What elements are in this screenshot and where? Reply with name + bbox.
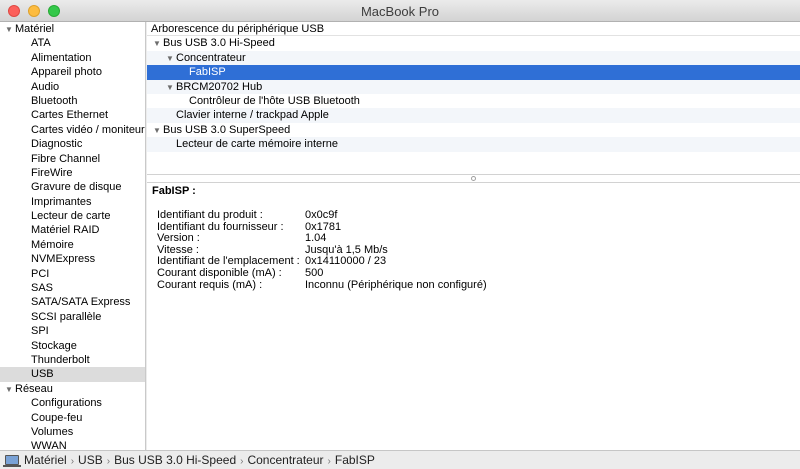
tree-row-label: FabISP [189,66,226,79]
sidebar-item-alimentation[interactable]: Alimentation [0,51,145,65]
sidebar-item-gravure-de-disque[interactable]: Gravure de disque [0,180,145,194]
chevron-right-icon: › [70,456,75,467]
sidebar-item-bluetooth[interactable]: Bluetooth [0,94,145,108]
usb-device-tree: Arborescence du périphérique USB ▼ Bus US… [147,22,800,174]
breadcrumb-item-usb[interactable]: USB [78,451,103,469]
disclosure-triangle-icon[interactable]: ▼ [166,52,176,66]
sidebar-item-spi[interactable]: SPI [0,324,145,338]
sidebar-item-audio[interactable]: Audio [0,80,145,94]
property-name: Identifiant du produit : [157,209,263,221]
property-name: Version : [157,232,200,245]
property-name: Courant disponible (mA) : [157,267,282,279]
disclosure-triangle-icon[interactable]: ▼ [166,81,176,95]
tree-row-lecteur-de-carte-memoire-interne[interactable]: Lecteur de carte mémoire interne [147,137,800,152]
sidebar-item-nvmexpress[interactable]: NVMExpress [0,252,145,266]
property-value: 1.04 [305,232,327,245]
property-value: 500 [305,267,324,279]
property-value: 0x0c9f [305,209,338,221]
property-value: Inconnu (Périphérique non configuré) [305,278,487,291]
disclosure-triangle-icon[interactable]: ▼ [153,124,163,138]
property-name: Vitesse : [157,243,199,256]
disclosure-triangle-icon[interactable]: ▼ [153,37,163,51]
sidebar-item-lecteur-de-carte[interactable]: Lecteur de carte [0,209,145,223]
detail-pane: FabISP : Identifiant du produit : 0x0c9f I… [147,183,800,450]
sidebar-item-appareil-photo[interactable]: Appareil photo [0,65,145,79]
property-name: Identifiant de l'emplacement : [157,255,300,268]
chevron-right-icon: › [240,456,244,467]
sidebar-item-sata-sata-express[interactable]: SATA/SATA Express [0,295,145,309]
tree-row-fabisp[interactable]: FabISP [147,65,800,80]
sidebar-item-fibre-channel[interactable]: Fibre Channel [0,152,145,166]
tree-row-controleur-de-l-hote-usb-bluetooth[interactable]: Contrôleur de l'hôte USB Bluetooth [147,94,800,108]
sidebar-item-wwan[interactable]: WWAN [0,439,145,450]
breadcrumb-item-fabisp[interactable]: FabISP [335,451,375,469]
property-name: Identifiant du fournisseur : [157,220,284,233]
sidebar-group-reseau[interactable]: ▼ Réseau [0,382,145,396]
property-name: Courant requis (mA) : [157,278,263,291]
tree-row-bus-usb-3-0-hi-speed[interactable]: ▼ Bus USB 3.0 Hi-Speed [147,36,800,50]
detail-title: FabISP : [152,185,196,197]
tree-row-brcm20702-hub[interactable]: ▼ BRCM20702 Hub [147,79,800,95]
sidebar-group-label: Réseau [15,382,53,395]
sidebar-item-imprimantes[interactable]: Imprimantes [0,195,145,209]
tree-row-bus-usb-3-0-superspeed[interactable]: ▼ Bus USB 3.0 SuperSpeed [147,123,800,137]
path-bar: Matériel › USB › Bus USB 3.0 Hi-Speed › Concen… [0,450,800,469]
sidebar-item-volumes[interactable]: Volumes [0,425,145,439]
tree-row-label: Clavier interne / trackpad Apple [176,109,329,122]
disclosure-triangle-icon[interactable]: ▼ [5,23,15,37]
sidebar-item-diagnostic[interactable]: Diagnostic [0,137,145,151]
chevron-right-icon: › [327,456,331,467]
breadcrumb-item-materiel[interactable]: Matériel [24,451,67,469]
sidebar-group-materiel[interactable]: ▼ Matériel [0,22,145,36]
disclosure-triangle-icon[interactable]: ▼ [5,383,15,397]
sidebar-item-cartes-ethernet[interactable]: Cartes Ethernet [0,108,145,122]
sidebar-item-stockage[interactable]: Stockage [0,339,145,353]
sidebar-item-thunderbolt[interactable]: Thunderbolt [0,353,145,367]
sidebar-item-sas[interactable]: SAS [0,281,145,295]
sidebar-item-pci[interactable]: PCI [0,267,145,281]
tree-row-empty [147,152,800,166]
property-value: 0x1781 [305,220,342,233]
tree-row-label: BRCM20702 Hub [176,80,263,93]
sidebar-item-configurations[interactable]: Configurations [0,396,145,410]
laptop-icon [3,455,21,467]
sidebar-item-cartes-video-moniteurs[interactable]: Cartes vidéo / moniteurs [0,123,145,137]
property-value: Jusqu'à 1,5 Mb/s [305,243,388,256]
tree-row-label: Bus USB 3.0 SuperSpeed [163,123,291,136]
sidebar-item-firewire[interactable]: FireWire [0,166,145,180]
property-value: 0x14110000 / 23 [305,255,387,268]
splitter-handle-icon[interactable] [471,176,476,181]
tree-row-label: Lecteur de carte mémoire interne [176,138,339,151]
breadcrumb-item-bus-usb-3-0-hi-speed[interactable]: Bus USB 3.0 Hi-Speed [114,451,236,469]
sidebar-item-materiel-raid[interactable]: Matériel RAID [0,223,145,237]
sidebar: ▼ Matériel ATA Alimentation Appareil photo Au… [0,22,146,450]
sidebar-item-ata[interactable]: ATA [0,36,145,50]
tree-row-label: Concentrateur [176,51,246,64]
sidebar-group-label: Matériel [15,23,55,35]
chevron-right-icon: › [106,456,111,467]
sidebar-item-scsi-parallele[interactable]: SCSI parallèle [0,310,145,324]
tree-row-label: Bus USB 3.0 Hi-Speed [163,37,275,50]
tree-row-clavier-interne-trackpad-apple[interactable]: Clavier interne / trackpad Apple [147,108,800,123]
sidebar-item-coupe-feu[interactable]: Coupe-feu [0,411,145,425]
tree-header: Arborescence du périphérique USB [147,22,800,37]
breadcrumb: Matériel › USB › Bus USB 3.0 Hi-Speed › Concen… [24,451,375,469]
sidebar-item-usb[interactable]: USB [0,367,145,382]
pane-splitter[interactable] [147,174,800,183]
window-title: MacBook Pro [360,4,440,19]
title-bar: MacBook Pro [0,0,800,22]
tree-row-concentrateur[interactable]: ▼ Concentrateur [147,50,800,66]
sidebar-item-memoire[interactable]: Mémoire [0,238,145,252]
breadcrumb-item-concentrateur[interactable]: Concentrateur [247,451,323,469]
tree-row-label: Contrôleur de l'hôte USB Bluetooth [189,94,360,107]
